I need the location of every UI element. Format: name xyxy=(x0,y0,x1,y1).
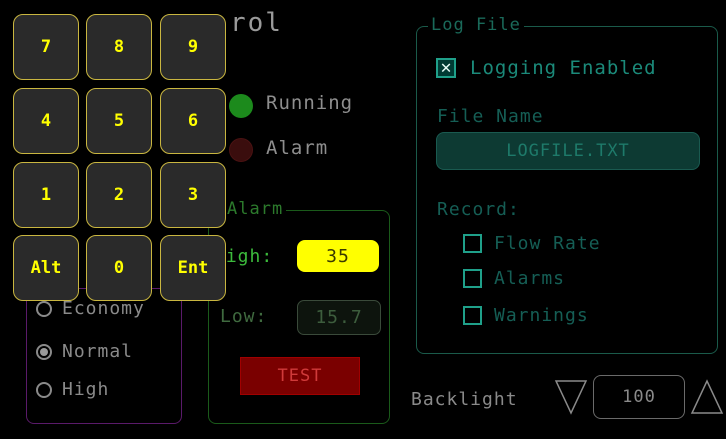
radio-option-economy[interactable]: Economy xyxy=(36,298,145,319)
key-7[interactable]: 7 xyxy=(13,14,79,80)
alarm-label: Alarm xyxy=(266,137,329,159)
backlight-decrease-button[interactable] xyxy=(554,377,588,421)
radio-economy-icon xyxy=(36,300,52,317)
alarm-led-icon xyxy=(229,138,253,162)
key-enter[interactable]: Ent xyxy=(160,235,226,301)
alarm-group-title: Alarm xyxy=(224,199,287,219)
radio-option-label: High xyxy=(62,379,110,400)
key-5[interactable]: 5 xyxy=(86,88,152,154)
page-title: rol xyxy=(230,8,283,38)
backlight-label: Backlight xyxy=(411,389,518,410)
radio-option-high[interactable]: High xyxy=(36,379,109,400)
record-label: Record: xyxy=(437,199,520,220)
high-value-field[interactable]: 35 xyxy=(297,240,379,272)
record-flow-rate-checkbox[interactable]: Flow Rate xyxy=(463,233,601,254)
logging-enabled-checkbox[interactable]: ✕ Logging Enabled xyxy=(436,57,657,79)
running-label: Running xyxy=(266,92,354,114)
radio-high-icon xyxy=(36,381,52,398)
key-6[interactable]: 6 xyxy=(160,88,226,154)
file-name-label: File Name xyxy=(437,106,544,127)
record-item-label: Alarms xyxy=(494,268,566,289)
running-led-icon xyxy=(229,94,253,118)
numeric-keypad: 7 8 9 4 5 6 1 2 3 Alt 0 Ent xyxy=(0,0,232,301)
key-9[interactable]: 9 xyxy=(160,14,226,80)
checkbox-icon xyxy=(463,234,482,253)
backlight-value-field[interactable]: 100 xyxy=(593,375,685,419)
triangle-up-icon xyxy=(690,379,724,414)
key-alt[interactable]: Alt xyxy=(13,235,79,301)
checkbox-icon xyxy=(463,306,482,325)
key-8[interactable]: 8 xyxy=(86,14,152,80)
key-2[interactable]: 2 xyxy=(86,162,152,228)
radio-option-label: Economy xyxy=(62,298,145,319)
file-name-field[interactable]: LOGFILE.TXT xyxy=(436,132,700,170)
record-item-label: Flow Rate xyxy=(494,233,601,254)
radio-option-normal[interactable]: Normal xyxy=(36,341,133,362)
record-warnings-checkbox[interactable]: Warnings xyxy=(463,305,589,326)
record-alarms-checkbox[interactable]: Alarms xyxy=(463,268,565,289)
low-label: Low: xyxy=(220,306,268,327)
key-1[interactable]: 1 xyxy=(13,162,79,228)
logging-enabled-label: Logging Enabled xyxy=(470,57,657,79)
radio-option-label: Normal xyxy=(62,341,134,362)
key-3[interactable]: 3 xyxy=(160,162,226,228)
record-item-label: Warnings xyxy=(494,305,589,326)
radio-normal-icon xyxy=(36,343,52,360)
checkbox-checked-icon: ✕ xyxy=(436,58,456,78)
log-file-title: Log File xyxy=(428,15,524,35)
key-4[interactable]: 4 xyxy=(13,88,79,154)
low-value-field[interactable]: 15.7 xyxy=(297,300,381,335)
backlight-increase-button[interactable] xyxy=(690,377,724,421)
test-button[interactable]: TEST xyxy=(240,357,360,395)
key-0[interactable]: 0 xyxy=(86,235,152,301)
checkbox-icon xyxy=(463,269,482,288)
triangle-down-icon xyxy=(554,380,588,415)
